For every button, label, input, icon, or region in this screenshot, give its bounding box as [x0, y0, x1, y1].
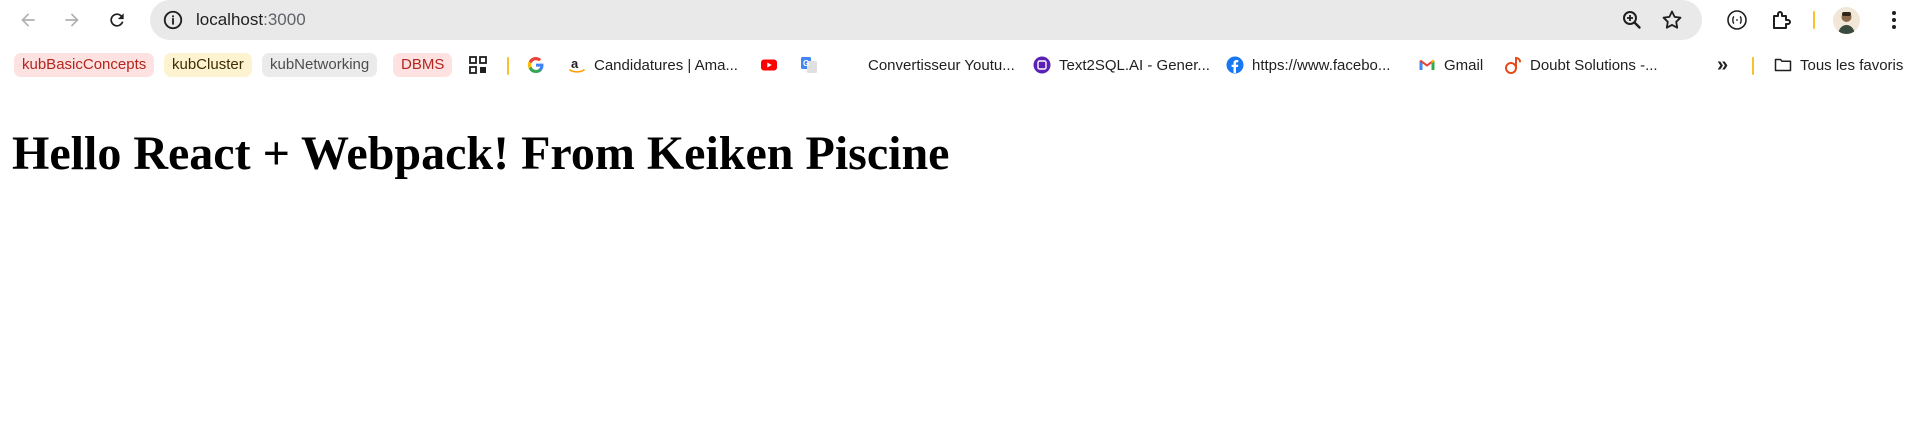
- menu-dots-icon[interactable]: [1882, 8, 1906, 32]
- bookmark-kubbasicconcepts[interactable]: kubBasicConcepts: [14, 53, 155, 77]
- bookmark-convertisseur[interactable]: Convertisseur Youtu...: [868, 53, 1015, 77]
- apps-button[interactable]: [469, 53, 495, 77]
- bookmark-translate[interactable]: G: [800, 53, 826, 77]
- tab-search-icon[interactable]: [1725, 8, 1749, 32]
- bookmarks-bar: kubBasicConcepts kubCluster kubNetworkin…: [0, 48, 1919, 84]
- page-heading: Hello React + Webpack! From Keiken Pisci…: [12, 127, 950, 180]
- translate-icon: G: [801, 57, 817, 73]
- site-info-icon[interactable]: [162, 9, 184, 31]
- bookmark-candidatures[interactable]: a Candidatures | Ama...: [568, 53, 738, 77]
- bookmark-label: Doubt Solutions -...: [1530, 56, 1658, 74]
- folder-icon: [1774, 58, 1792, 72]
- browser-toolbar: localhost:3000: [0, 0, 1919, 40]
- bookmark-google[interactable]: [527, 53, 553, 77]
- bookmark-text2sql[interactable]: Text2SQL.AI - Gener...: [1033, 53, 1210, 77]
- bookmark-dbms[interactable]: DBMS: [393, 53, 453, 77]
- bookmark-doubt-solutions[interactable]: Doubt Solutions -...: [1504, 53, 1658, 77]
- toolbar-separator: [1813, 11, 1815, 29]
- amazon-icon: a: [569, 56, 585, 73]
- profile-avatar[interactable]: [1833, 7, 1860, 34]
- google-icon: [527, 56, 544, 74]
- bookmarks-separator: [507, 57, 509, 75]
- bookmark-kubnetworking[interactable]: kubNetworking: [262, 53, 378, 77]
- star-icon[interactable]: [1660, 8, 1684, 32]
- url-host: localhost: [196, 10, 264, 29]
- gmail-icon: [1419, 59, 1435, 70]
- bookmarks-overflow-button[interactable]: »: [1717, 53, 1728, 77]
- extensions-icon[interactable]: [1770, 8, 1794, 32]
- bookmark-facebook[interactable]: https://www.facebo...: [1226, 53, 1390, 77]
- bookmarks-separator-right: [1752, 57, 1754, 75]
- forward-button[interactable]: [56, 4, 88, 36]
- bookmark-label: Gmail: [1444, 56, 1484, 74]
- reload-button[interactable]: [101, 4, 133, 36]
- svg-text:a: a: [571, 56, 579, 71]
- bookmark-youtube[interactable]: [760, 53, 786, 77]
- all-bookmarks-button[interactable]: Tous les favoris: [1774, 53, 1903, 77]
- bookmark-label: https://www.facebo...: [1252, 56, 1391, 74]
- apps-grid-icon: [469, 56, 487, 74]
- url-port: :3000: [263, 10, 306, 29]
- back-button[interactable]: [12, 4, 44, 36]
- back-arrow-icon: [21, 13, 35, 27]
- bookmark-label: Convertisseur Youtu...: [868, 56, 1015, 74]
- svg-text:G: G: [803, 59, 809, 68]
- all-bookmarks-label: Tous les favoris: [1800, 56, 1904, 74]
- bookmark-gmail[interactable]: Gmail: [1418, 53, 1483, 77]
- address-bar[interactable]: localhost:3000: [150, 0, 1702, 40]
- text2sql-icon: [1033, 56, 1051, 74]
- facebook-icon: [1226, 56, 1244, 74]
- reload-icon: [110, 13, 124, 27]
- forward-arrow-icon: [65, 13, 79, 27]
- youtube-icon: [761, 59, 777, 71]
- url-text[interactable]: localhost:3000: [196, 10, 306, 30]
- bookmark-label: Text2SQL.AI - Gener...: [1059, 56, 1210, 74]
- bookmark-kubcluster[interactable]: kubCluster: [164, 53, 252, 77]
- doubt-solutions-icon: [1505, 56, 1521, 74]
- zoom-icon[interactable]: [1620, 8, 1644, 32]
- bookmark-label: Candidatures | Ama...: [594, 56, 738, 74]
